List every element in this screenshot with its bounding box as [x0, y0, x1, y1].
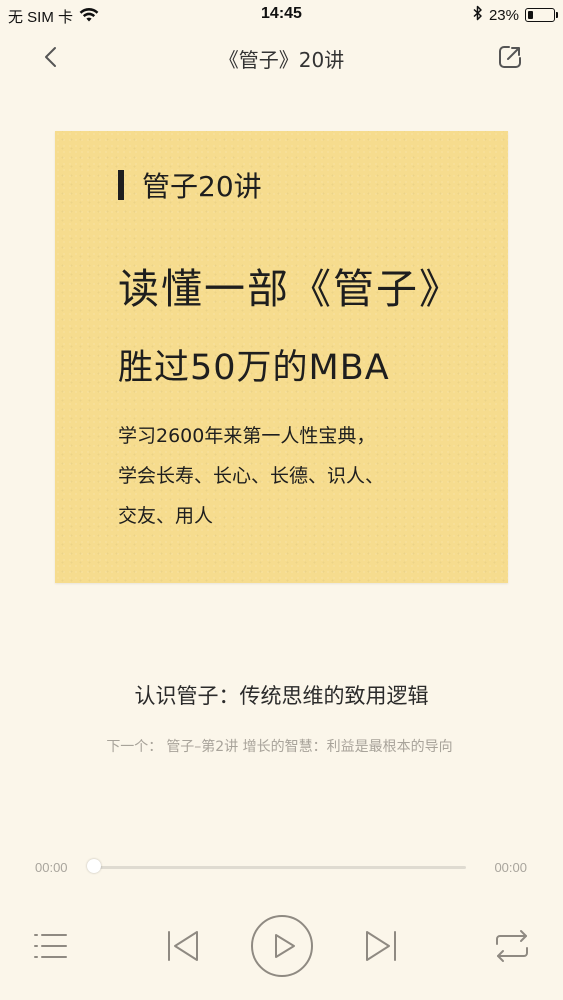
- repeat-icon: [496, 930, 528, 962]
- current-time: 00:00: [35, 860, 68, 875]
- battery-icon: [525, 8, 558, 22]
- next-track[interactable]: 下一个： 管子–第2讲 增长的智慧：利益是最根本的导向: [0, 736, 563, 756]
- status-bar: 无 SIM 卡 14:45 23%: [0, 0, 563, 30]
- cover-series: 管子20讲: [118, 165, 262, 205]
- cover-headline: 读懂一部《管子》: [118, 265, 462, 313]
- cover-series-label: 管子20讲: [142, 170, 262, 203]
- cover-description-line: 交友、用人: [118, 505, 214, 527]
- cover-subhead: 胜过50万的MBA: [118, 348, 390, 388]
- cover-description-line: 学会长寿、长心、长德、识人、: [118, 465, 385, 487]
- total-time: 00:00: [494, 860, 527, 875]
- share-out-icon: [499, 46, 521, 68]
- share-button[interactable]: [495, 42, 525, 72]
- skip-previous-icon: [168, 931, 198, 961]
- repeat-button[interactable]: [493, 929, 531, 963]
- play-button[interactable]: [250, 914, 314, 978]
- battery-percent: 23%: [488, 6, 519, 24]
- nav-bar: 《管子》20讲: [0, 30, 563, 84]
- cover-description-line: 学习2600年来第一人性宝典，: [118, 425, 376, 447]
- status-right: 23%: [473, 5, 558, 25]
- next-track-title: 管子–第2讲 增长的智慧：利益是最根本的导向: [166, 739, 453, 755]
- playlist-button[interactable]: [32, 929, 68, 963]
- progress-thumb[interactable]: [87, 859, 101, 873]
- track-title: 认识管子：传统思维的致用逻辑: [134, 684, 429, 708]
- next-track-label: 下一个：: [106, 739, 163, 755]
- album-cover: 管子20讲 读懂一部《管子》 胜过50万的MBA 学习2600年来第一人性宝典，…: [55, 131, 508, 583]
- cover-series-bar: [118, 170, 124, 200]
- bluetooth-icon: [473, 5, 483, 25]
- page-title: 《管子》20讲: [218, 48, 345, 72]
- battery-cap: [556, 12, 558, 18]
- progress-slider[interactable]: [87, 859, 466, 873]
- playlist-icon: [34, 934, 67, 958]
- skip-next-icon: [366, 931, 396, 961]
- cover-description: 学习2600年来第一人性宝典， 学会长寿、长心、长德、识人、 交友、用人: [118, 416, 384, 536]
- battery-level: [528, 11, 534, 19]
- previous-button[interactable]: [164, 929, 202, 963]
- next-button[interactable]: [362, 929, 400, 963]
- play-icon: [251, 915, 313, 977]
